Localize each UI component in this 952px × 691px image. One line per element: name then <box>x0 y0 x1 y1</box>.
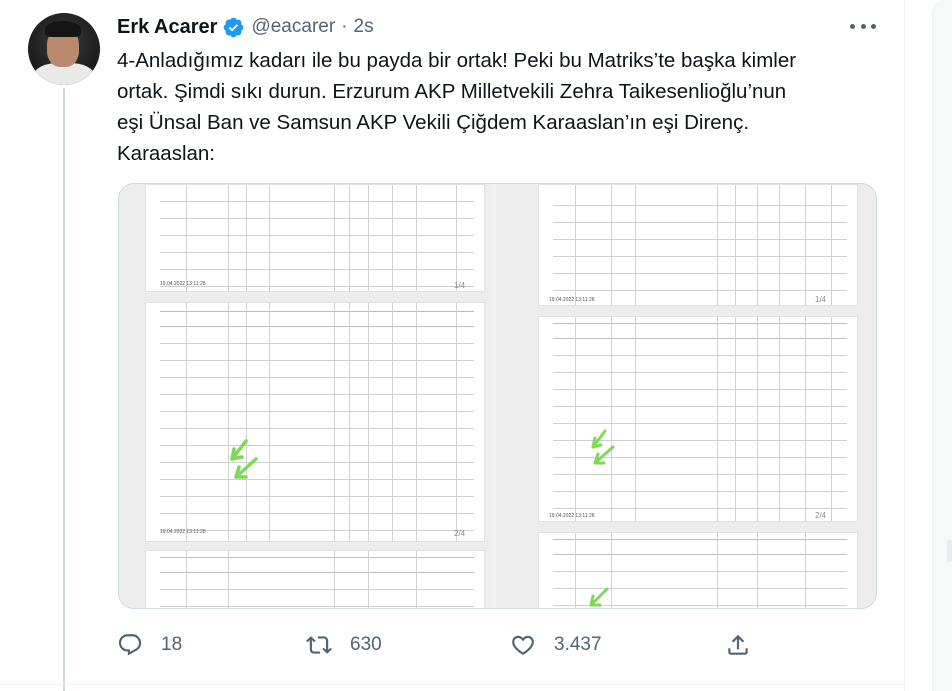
retweet-count: 630 <box>350 634 382 655</box>
more-options-icon[interactable] <box>850 17 876 35</box>
verified-badge-icon <box>224 17 244 37</box>
tweet-photo-right[interactable]: 19.04.2022 13:11:28 1/4 19.04.2022 13:11… <box>496 184 876 608</box>
tweet-header: Erk Acarer @eacarer · 2s <box>117 15 374 39</box>
green-arrow-annotation <box>591 429 615 465</box>
document-page: 19.04.2022 13:11:28 2/4 <box>538 316 858 522</box>
document-page: 19.04.2022 13:11:28 1/4 <box>538 184 858 306</box>
tweet-text-line: 4-Anladığımız kadarı ile bu payda bir or… <box>117 49 797 72</box>
author-handle[interactable]: @eacarer <box>251 16 335 38</box>
separator-dot: · <box>341 16 348 37</box>
document-timestamp: 19.04.2022 13:11:28 <box>160 281 206 287</box>
document-page-number: 2/4 <box>815 511 827 520</box>
tweet-text-line: eşi Ünsal Ban ve Samsun AKP Vekili Çiğde… <box>117 111 750 134</box>
tweet-divider <box>0 684 905 685</box>
retweet-button[interactable]: 630 <box>306 628 382 662</box>
document-timestamp: 19.04.2022 13:11:28 <box>160 529 206 535</box>
document-page: 19.04.2022 13:11:28 2/4 <box>145 302 485 542</box>
share-button[interactable] <box>725 628 751 662</box>
timeline-column: Erk Acarer @eacarer · 2s 4-Anladığımız k… <box>0 0 905 691</box>
tweet-body: 4-Anladığımız kadarı ile bu payda bir or… <box>117 45 887 169</box>
tweet-actions-bar: 18 630 3.437 <box>117 628 757 662</box>
author-avatar[interactable] <box>28 13 100 85</box>
reply-icon <box>118 634 142 656</box>
tweet-text-line: Karaaslan: <box>117 142 216 165</box>
tweet-timestamp[interactable]: 2s <box>354 16 374 38</box>
green-arrow-annotation <box>230 439 258 479</box>
reply-button[interactable]: 18 <box>117 628 182 662</box>
document-page-number: 1/4 <box>454 281 466 290</box>
green-arrow-annotation <box>589 587 609 607</box>
author-name[interactable]: Erk Acarer <box>117 16 217 39</box>
like-count: 3.437 <box>554 634 602 655</box>
document-page-number: 1/4 <box>815 295 827 304</box>
document-timestamp: 19.04.2022 13:11:28 <box>549 513 595 519</box>
document-page-number: 2/4 <box>454 529 466 538</box>
sidebar-card-edge <box>932 0 952 691</box>
document-timestamp: 19.04.2022 13:11:28 <box>549 297 595 303</box>
document-page: 19.04.2022 13:11:28 1/4 <box>145 184 485 292</box>
thread-connector-line <box>63 88 65 691</box>
tweet-media-grid[interactable]: 19.04.2022 13:11:28 1/4 19.04.2022 13:11… <box>118 183 877 609</box>
like-button[interactable]: 3.437 <box>510 628 602 662</box>
retweet-icon <box>306 636 332 654</box>
tweet-photo-left[interactable]: 19.04.2022 13:11:28 1/4 19.04.2022 13:11… <box>119 184 493 608</box>
document-page <box>145 550 485 608</box>
reply-count: 18 <box>161 634 183 655</box>
tweet-text-line: ortak. Şimdi sıkı durun. Erzurum AKP Mil… <box>117 80 787 103</box>
heart-icon <box>512 635 534 655</box>
share-icon <box>728 634 748 655</box>
document-page <box>538 532 858 608</box>
